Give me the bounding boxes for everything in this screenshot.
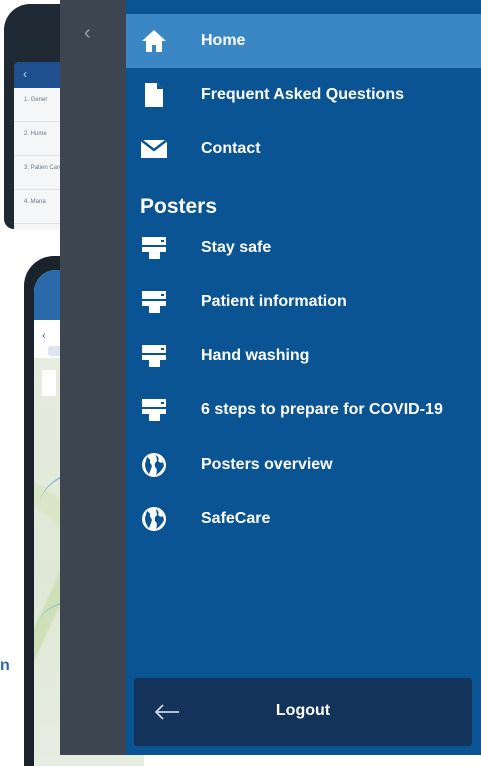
background-map-searchbox	[42, 370, 56, 396]
navigation-drawer: Home Frequent Asked Questions Contact Po…	[126, 0, 481, 755]
menu-item-label: Stay safe	[201, 239, 272, 256]
menu-item-hand-washing[interactable]: Hand washing	[126, 329, 481, 383]
mail-icon	[140, 135, 168, 163]
menu-item-stay-safe[interactable]: Stay safe	[126, 221, 481, 275]
globe-icon	[140, 451, 168, 479]
document-icon	[140, 81, 168, 109]
menu-item-faq[interactable]: Frequent Asked Questions	[126, 68, 481, 122]
menu-item-label: Posters overview	[201, 456, 333, 473]
menu-item-label: Hand washing	[201, 347, 310, 364]
menu-item-label: Patient information	[201, 293, 347, 310]
menu-item-covid-steps[interactable]: 6 steps to prepare for COVID-19	[126, 383, 481, 437]
globe-icon	[140, 505, 168, 533]
chevron-left-icon: ‹	[23, 67, 27, 81]
printer-icon	[140, 396, 168, 424]
printer-icon	[140, 342, 168, 370]
printer-icon	[140, 234, 168, 262]
menu-item-label: Frequent Asked Questions	[201, 86, 404, 103]
chevron-left-icon[interactable]: ‹	[84, 22, 91, 45]
menu-item-label: 6 steps to prepare for COVID-19	[201, 401, 443, 418]
printer-icon	[140, 288, 168, 316]
menu-item-home[interactable]: Home	[126, 14, 481, 68]
menu-item-posters-overview[interactable]: Posters overview	[126, 438, 481, 492]
menu-item-safecare[interactable]: SafeCare	[126, 492, 481, 546]
dimmed-app-overlay[interactable]: ‹	[60, 0, 126, 755]
background-edge-text: n	[0, 657, 10, 674]
menu-item-label: SafeCare	[201, 510, 271, 527]
logout-button[interactable]: Logout	[134, 678, 472, 746]
menu-item-contact[interactable]: Contact	[126, 122, 481, 176]
section-title-posters: Posters	[140, 195, 218, 218]
chevron-left-icon: ‹	[42, 330, 46, 342]
home-icon	[140, 27, 168, 55]
menu-item-patient-information[interactable]: Patient information	[126, 275, 481, 329]
menu-item-label: Home	[201, 32, 246, 49]
menu-item-label: Contact	[201, 140, 261, 157]
logout-label: Logout	[275, 702, 331, 719]
